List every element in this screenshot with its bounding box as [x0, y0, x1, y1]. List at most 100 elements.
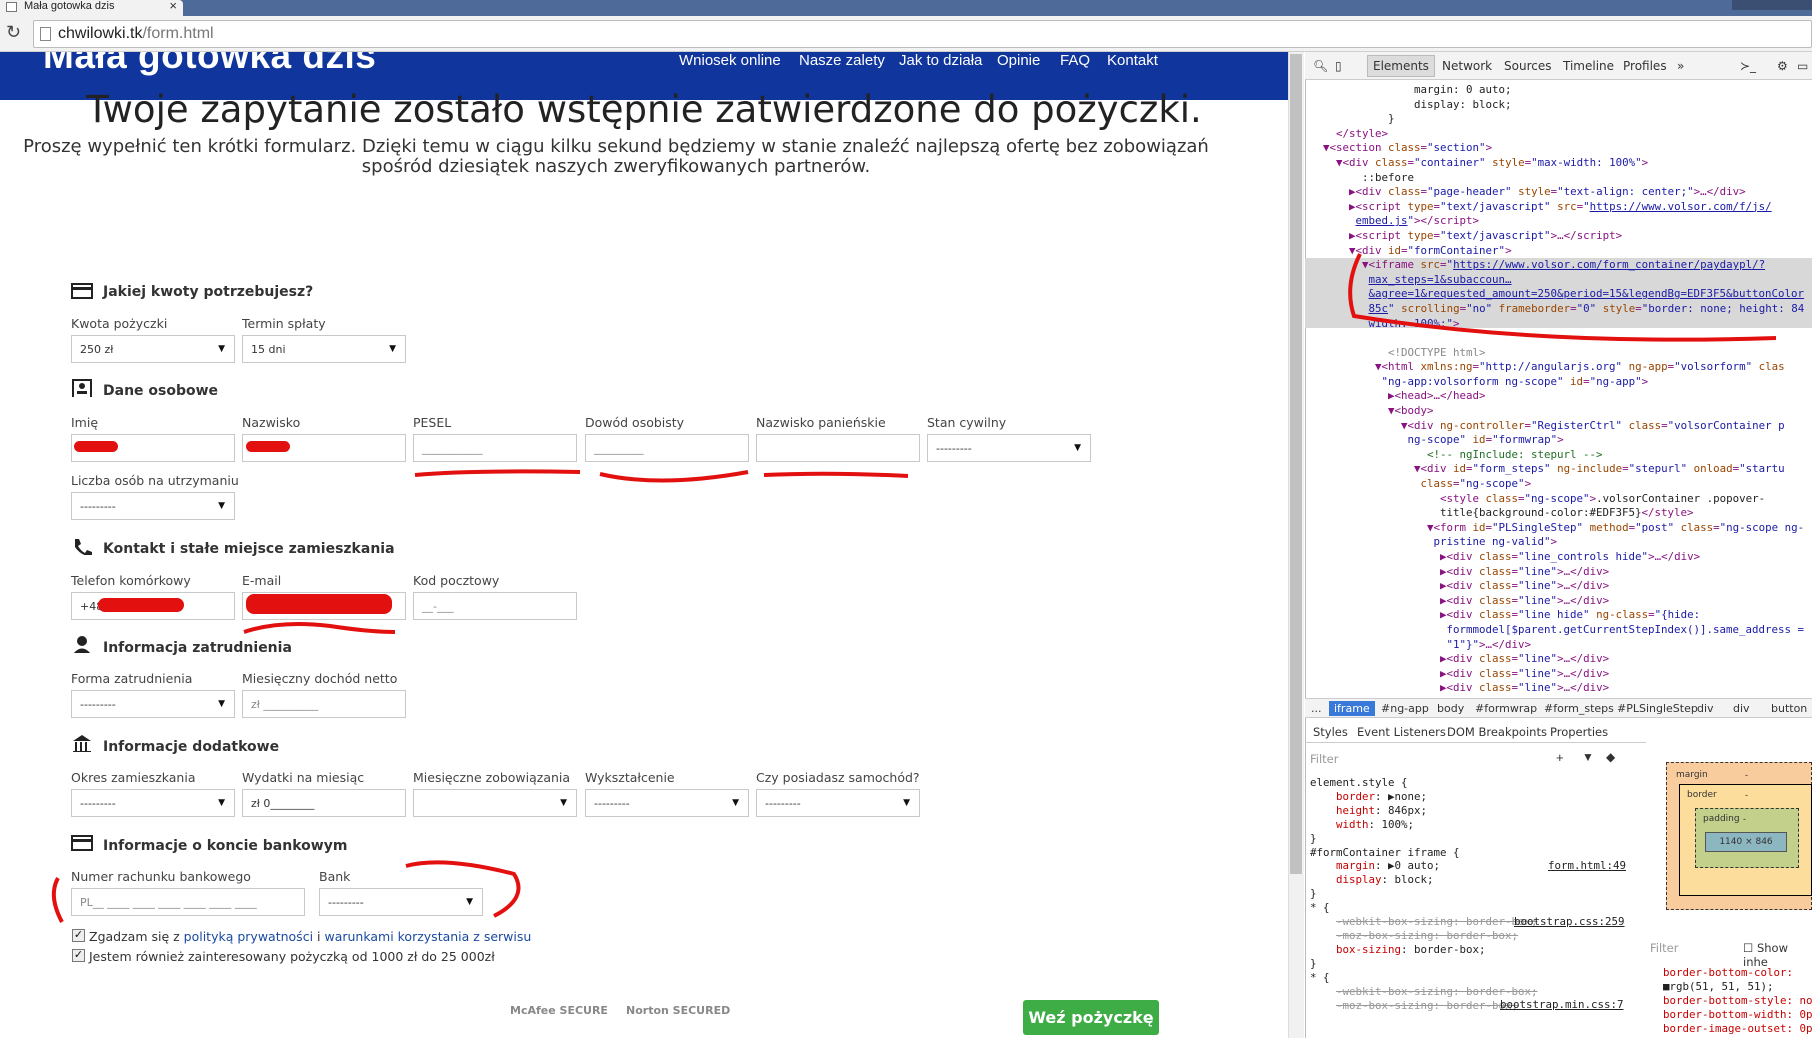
- device-icon[interactable]: ▯: [1335, 59, 1342, 73]
- dock-icon[interactable]: ▭: [1797, 59, 1808, 73]
- reload-icon[interactable]: ↻: [6, 22, 26, 42]
- computed-properties: border-bottom-color: ■rgb(51, 51, 51); b…: [1663, 966, 1812, 1035]
- forma-select[interactable]: --------- ▼: [71, 690, 235, 718]
- breadcrumb: ... iframe #ng-app body #formwrap #form_…: [1305, 698, 1812, 718]
- tab-properties[interactable]: Properties: [1550, 725, 1608, 739]
- dowod-input[interactable]: _________: [585, 434, 749, 462]
- kod-placeholder: __-___: [422, 600, 454, 613]
- console-icon[interactable]: ≻_: [1740, 59, 1756, 73]
- browser-tab[interactable]: Mała gotowka dzis ×: [0, 0, 183, 16]
- nav-link-wniosek[interactable]: Wniosek online: [679, 52, 781, 69]
- address-bar[interactable]: chwilowki.tk/form.html: [33, 20, 1812, 48]
- norton-badge: Norton SECURED: [626, 1004, 731, 1017]
- tab-elements[interactable]: Elements: [1367, 55, 1435, 77]
- box-border-label: border: [1687, 790, 1717, 800]
- pin-icon[interactable]: ▼: [1582, 750, 1594, 764]
- page-icon: [40, 27, 51, 41]
- tab-dom-breakpoints[interactable]: DOM Breakpoints: [1447, 725, 1547, 739]
- pesel-label: PESEL: [413, 415, 452, 430]
- section-amount-title: Jakiej kwoty potrzebujesz?: [103, 284, 314, 300]
- breadcrumb-item[interactable]: body: [1437, 702, 1464, 715]
- page-title: Twoje zapytanie zostało wstępnie zatwier…: [86, 88, 1202, 131]
- zobowiazania-select[interactable]: ▼: [413, 789, 577, 817]
- nav-link-kontakt[interactable]: Kontakt: [1107, 52, 1158, 69]
- samochod-value: ---------: [765, 797, 801, 810]
- privacy-policy-link[interactable]: polityką prywatności: [184, 929, 313, 944]
- osoby-label: Liczba osób na utrzymaniu: [71, 473, 239, 488]
- termin-select[interactable]: 15 dni ▼: [242, 335, 406, 363]
- email-label: E-mail: [242, 573, 282, 588]
- show-inherited-checkbox[interactable]: ☐ Show inhe: [1743, 941, 1812, 969]
- breadcrumb-item[interactable]: #ng-app: [1381, 702, 1429, 715]
- chevron-down-icon: ▼: [218, 798, 225, 808]
- section-personal-title: Dane osobowe: [103, 383, 219, 399]
- breadcrumb-item[interactable]: #form_steps: [1544, 702, 1614, 715]
- kwota-select[interactable]: 250 zł ▼: [71, 335, 235, 363]
- breadcrumb-item[interactable]: #formwrap: [1475, 702, 1537, 715]
- credit-card-icon: [71, 283, 93, 299]
- terms-link[interactable]: warunkami korzystania z serwisu: [324, 929, 531, 944]
- samochod-select[interactable]: --------- ▼: [756, 789, 920, 817]
- wydatki-input[interactable]: zł 0________: [242, 789, 406, 817]
- annotation-circle: [1348, 253, 1777, 342]
- panienskie-input[interactable]: [756, 434, 920, 462]
- section-additional-title: Informacje dodatkowe: [103, 739, 280, 755]
- interested-loan-text: Jestem również zainteresowany pożyczką o…: [89, 949, 495, 964]
- tab-strip: [0, 0, 1812, 16]
- breadcrumb-item-iframe[interactable]: iframe: [1329, 701, 1375, 716]
- tab-event-listeners[interactable]: Event Listeners: [1357, 725, 1446, 739]
- css-source-link[interactable]: bootstrap.css:259: [1514, 915, 1625, 929]
- pesel-placeholder: ___________: [422, 442, 483, 455]
- tab-styles[interactable]: Styles: [1313, 725, 1348, 739]
- gear-icon[interactable]: ⚙: [1777, 59, 1788, 73]
- okres-value: ---------: [80, 797, 116, 810]
- breadcrumb-item[interactable]: div: [1733, 702, 1750, 715]
- pesel-input[interactable]: ___________: [413, 434, 577, 462]
- close-tab-icon[interactable]: ×: [169, 0, 177, 12]
- tab-sources[interactable]: Sources: [1504, 59, 1551, 73]
- nav-link-zalety[interactable]: Nasze zalety: [799, 52, 885, 69]
- redaction-mark: [246, 594, 392, 614]
- nav-link-faq[interactable]: FAQ: [1060, 52, 1090, 69]
- window-controls[interactable]: [1732, 0, 1812, 10]
- search-icon[interactable]: 🔍︎: [1313, 59, 1328, 73]
- nav-link-jak[interactable]: Jak to działa: [899, 52, 982, 69]
- site-logo[interactable]: Mała gotowka dzis: [43, 52, 376, 77]
- stan-select[interactable]: --------- ▼: [927, 434, 1091, 462]
- computed-filter-input[interactable]: Filter: [1650, 941, 1678, 955]
- tab-network[interactable]: Network: [1442, 59, 1492, 73]
- forma-label: Forma zatrudnienia: [71, 671, 193, 686]
- color-format-icon[interactable]: ◆: [1606, 750, 1615, 764]
- interested-loan-checkbox[interactable]: ✓: [72, 949, 85, 962]
- css-source-link[interactable]: form.html:49: [1548, 859, 1626, 873]
- url-path: /form.html: [142, 25, 214, 42]
- okres-select[interactable]: --------- ▼: [71, 789, 235, 817]
- samochod-label: Czy posiadasz samochód?: [756, 770, 920, 785]
- more-tabs-icon[interactable]: »: [1677, 59, 1684, 73]
- breadcrumb-item[interactable]: #PLSingleStep: [1617, 702, 1698, 715]
- okres-label: Okres zamieszkania: [71, 770, 196, 785]
- tab-timeline[interactable]: Timeline: [1563, 59, 1614, 73]
- wyksztalcenie-select[interactable]: --------- ▼: [585, 789, 749, 817]
- dochod-input[interactable]: zł __________: [242, 690, 406, 718]
- scrollbar-thumb[interactable]: [1290, 54, 1302, 874]
- styles-filter-input[interactable]: Filter: [1310, 752, 1338, 766]
- breadcrumb-item[interactable]: button: [1771, 702, 1807, 715]
- agree-terms-checkbox[interactable]: ✓: [72, 929, 85, 942]
- dom-tree-code: margin: 0 auto; display: block; } </styl…: [1323, 83, 1805, 695]
- submit-loan-button[interactable]: Weź pożyczkę: [1023, 1000, 1159, 1035]
- show-inherited-label: Show inhe: [1743, 941, 1788, 969]
- breadcrumb-item[interactable]: ...: [1311, 702, 1322, 715]
- dowod-placeholder: _________: [594, 442, 644, 455]
- kwota-value: 250 zł: [80, 343, 114, 356]
- breadcrumb-item[interactable]: div: [1697, 702, 1714, 715]
- new-rule-icon[interactable]: +: [1556, 750, 1564, 765]
- tab-profiles[interactable]: Profiles: [1623, 59, 1667, 73]
- css-source-link[interactable]: bootstrap.min.css:7: [1500, 998, 1624, 1012]
- osoby-select[interactable]: --------- ▼: [71, 492, 235, 520]
- stan-value: ---------: [936, 442, 972, 455]
- termin-label: Termin spłaty: [242, 316, 326, 331]
- wydatki-value: zł 0________: [251, 797, 315, 810]
- nav-link-opinie[interactable]: Opinie: [997, 52, 1040, 69]
- kod-input[interactable]: __-___: [413, 592, 577, 620]
